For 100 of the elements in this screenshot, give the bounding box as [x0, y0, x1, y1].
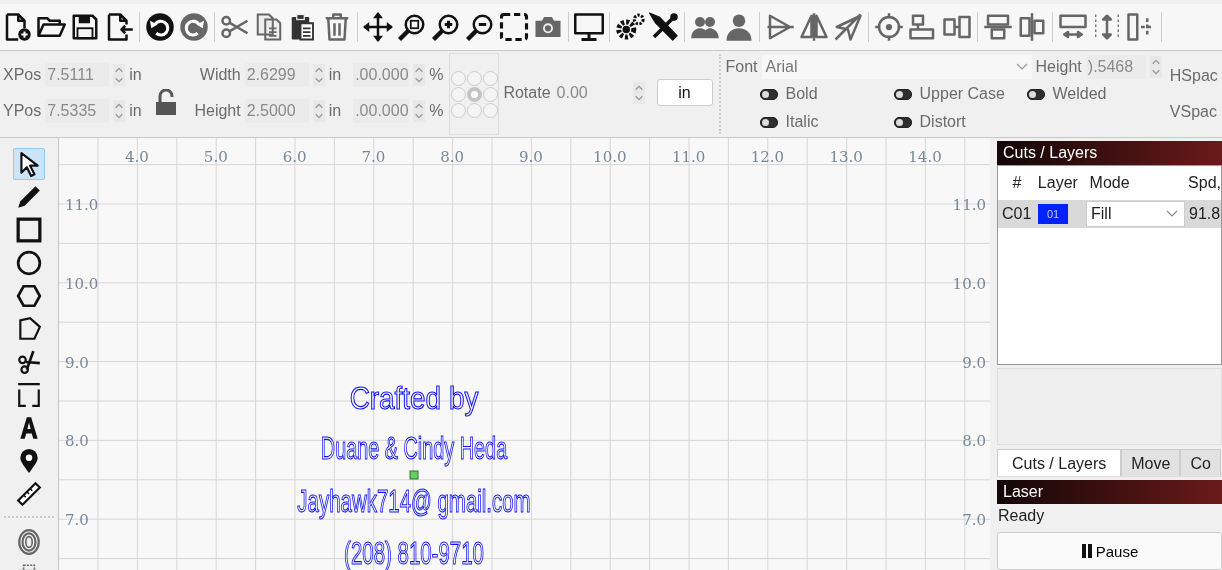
- unit-button[interactable]: in: [656, 79, 713, 106]
- dashed-frame-icon[interactable]: [499, 12, 529, 42]
- monitor-icon[interactable]: [574, 12, 604, 42]
- selection-handle[interactable]: [409, 470, 419, 480]
- panel-title: Laser: [1003, 483, 1044, 501]
- wrench-screwdriver-icon[interactable]: [649, 12, 679, 42]
- font-label: Font: [725, 58, 758, 76]
- align-middle-icon[interactable]: [1017, 12, 1047, 42]
- column-header: #: [1011, 174, 1023, 192]
- toggle-switch[interactable]: [759, 116, 778, 128]
- caret-icon: [1166, 210, 1178, 218]
- vspace-label: VSpac: [1169, 103, 1218, 121]
- height-label: Height: [1035, 58, 1082, 76]
- toggle-switch[interactable]: [893, 116, 912, 128]
- toggle-label: Distort: [919, 113, 966, 131]
- ruler-label: 5.0: [203, 148, 228, 166]
- distribute-height-icon[interactable]: [1092, 12, 1122, 42]
- toggle-switch[interactable]: [1026, 88, 1045, 100]
- engraving-text[interactable]: Duane & Cindy Heda: [320, 430, 508, 467]
- frame-icon: [15, 382, 42, 408]
- ruler-label: 9.0: [519, 148, 543, 166]
- ruler-label: 6.0: [282, 148, 307, 166]
- toggle-switch[interactable]: [759, 88, 778, 100]
- person-icon[interactable]: [724, 12, 754, 42]
- redo-icon[interactable]: [179, 12, 209, 42]
- toggle-label: Bold: [785, 85, 818, 103]
- ruler-label: 10.0: [64, 274, 99, 293]
- layer-color-swatch[interactable]: 01: [1038, 204, 1068, 224]
- toggle-switch[interactable]: [893, 88, 912, 100]
- target-icon[interactable]: [874, 12, 904, 42]
- unit-label: %: [429, 102, 444, 120]
- column-header: Layer: [1036, 174, 1079, 192]
- toggle-label: Upper Case: [919, 85, 1005, 103]
- field-label: YPos: [3, 102, 42, 120]
- engraving-text[interactable]: Crafted by: [349, 380, 479, 416]
- rectangle-icon: [15, 217, 42, 243]
- unit-label: in: [328, 102, 342, 120]
- table-cell-text: C01: [1001, 205, 1032, 223]
- pause-icon: [1080, 544, 1093, 559]
- ruler-label: 14.0: [908, 148, 942, 166]
- pause-button[interactable]: Pause: [997, 532, 1222, 570]
- align-centers-icon[interactable]: [983, 12, 1013, 42]
- ruler-icon: [15, 481, 42, 507]
- ruler-label: 9.0: [64, 353, 89, 372]
- zoom-out-icon[interactable]: [465, 12, 495, 42]
- ruler-label: 11.0: [64, 196, 99, 214]
- mirror-vertical-icon[interactable]: [799, 12, 829, 42]
- offset-icon: [15, 529, 42, 555]
- open-padlock-icon[interactable]: [153, 89, 178, 117]
- ruler-label: 4.0: [125, 148, 149, 166]
- magnifier-page-icon[interactable]: [397, 12, 427, 42]
- ruler-label: 8.0: [64, 432, 89, 451]
- rotate-label: Rotate: [503, 83, 551, 102]
- undo-icon[interactable]: [145, 12, 175, 42]
- scissors-icon: [15, 349, 42, 375]
- ruler-label: 10.0: [593, 148, 627, 166]
- copy-icon[interactable]: [254, 12, 284, 42]
- unit-label: in: [129, 102, 142, 120]
- ruler-label: 9.0: [962, 353, 986, 372]
- hspace-label: HSpac: [1169, 67, 1218, 85]
- ruler-label: 7.0: [962, 511, 986, 530]
- field-label: Height: [193, 102, 241, 120]
- layer-row[interactable]: C01 01 Fill 91.8: [998, 200, 1221, 228]
- unit-label: %: [429, 66, 444, 84]
- panel-tab[interactable]: Cuts / Layers: [997, 449, 1122, 477]
- toggle-label: Welded: [1052, 85, 1107, 103]
- ruler-label: 8.0: [440, 148, 465, 166]
- ruler-label: 7.0: [361, 148, 386, 166]
- ruler-label: 10.0: [952, 274, 986, 293]
- panel-title: Cuts / Layers: [1003, 144, 1098, 161]
- engraving-text[interactable]: Jayhawk714@ gmail.com: [297, 483, 531, 520]
- four-arrows-icon[interactable]: [363, 12, 393, 42]
- mirror-diagonal-icon[interactable]: [833, 12, 863, 42]
- ruler-label: 12.0: [750, 148, 785, 166]
- mirror-horizontal-icon[interactable]: [765, 12, 795, 42]
- field-label: XPos: [3, 66, 42, 84]
- circle-icon: [15, 250, 42, 276]
- ruler-label: 11.0: [952, 196, 986, 214]
- toggle-label: Italic: [785, 113, 819, 131]
- ruler-label: 7.0: [64, 511, 89, 530]
- field-label: Width: [198, 66, 241, 84]
- hexagon-icon: [15, 283, 42, 309]
- unit-label: in: [129, 66, 142, 84]
- caret-icon: [1015, 63, 1028, 71]
- mode-dropdown[interactable]: Fill: [1086, 201, 1185, 227]
- font-dropdown[interactable]: Arial: [761, 55, 1032, 79]
- unit-label: in: [328, 66, 342, 84]
- design-canvas[interactable]: 4.0 5.0 6.0 7.0 8.0 9.0 10.0 11.0 12.0 13.0 14.0 11.0 10.0 9.0 8.0 7.0 11.0 10.0 9.0 8.0 7.0 Crafted by Duane & Cindy Heda Jayhawk714@ gmail.com (208) 810-9710: [58, 138, 990, 570]
- column-header: Spd,: [1187, 174, 1221, 192]
- pencil-icon: [15, 184, 42, 210]
- zoom-in-icon[interactable]: [431, 12, 461, 42]
- panel-tab[interactable]: Co: [1180, 449, 1221, 477]
- table-cell-text: 91.8: [1188, 205, 1221, 223]
- ruler-label: 8.0: [962, 432, 986, 451]
- ruler-label: 13.0: [829, 148, 863, 166]
- column-header: Mode: [1088, 174, 1131, 192]
- ruler-label: 11.0: [671, 148, 706, 166]
- selected-tool-button[interactable]: [12, 148, 45, 180]
- engraving-text[interactable]: (208) 810-9710: [344, 535, 484, 570]
- panel-tab[interactable]: Move: [1121, 449, 1181, 477]
